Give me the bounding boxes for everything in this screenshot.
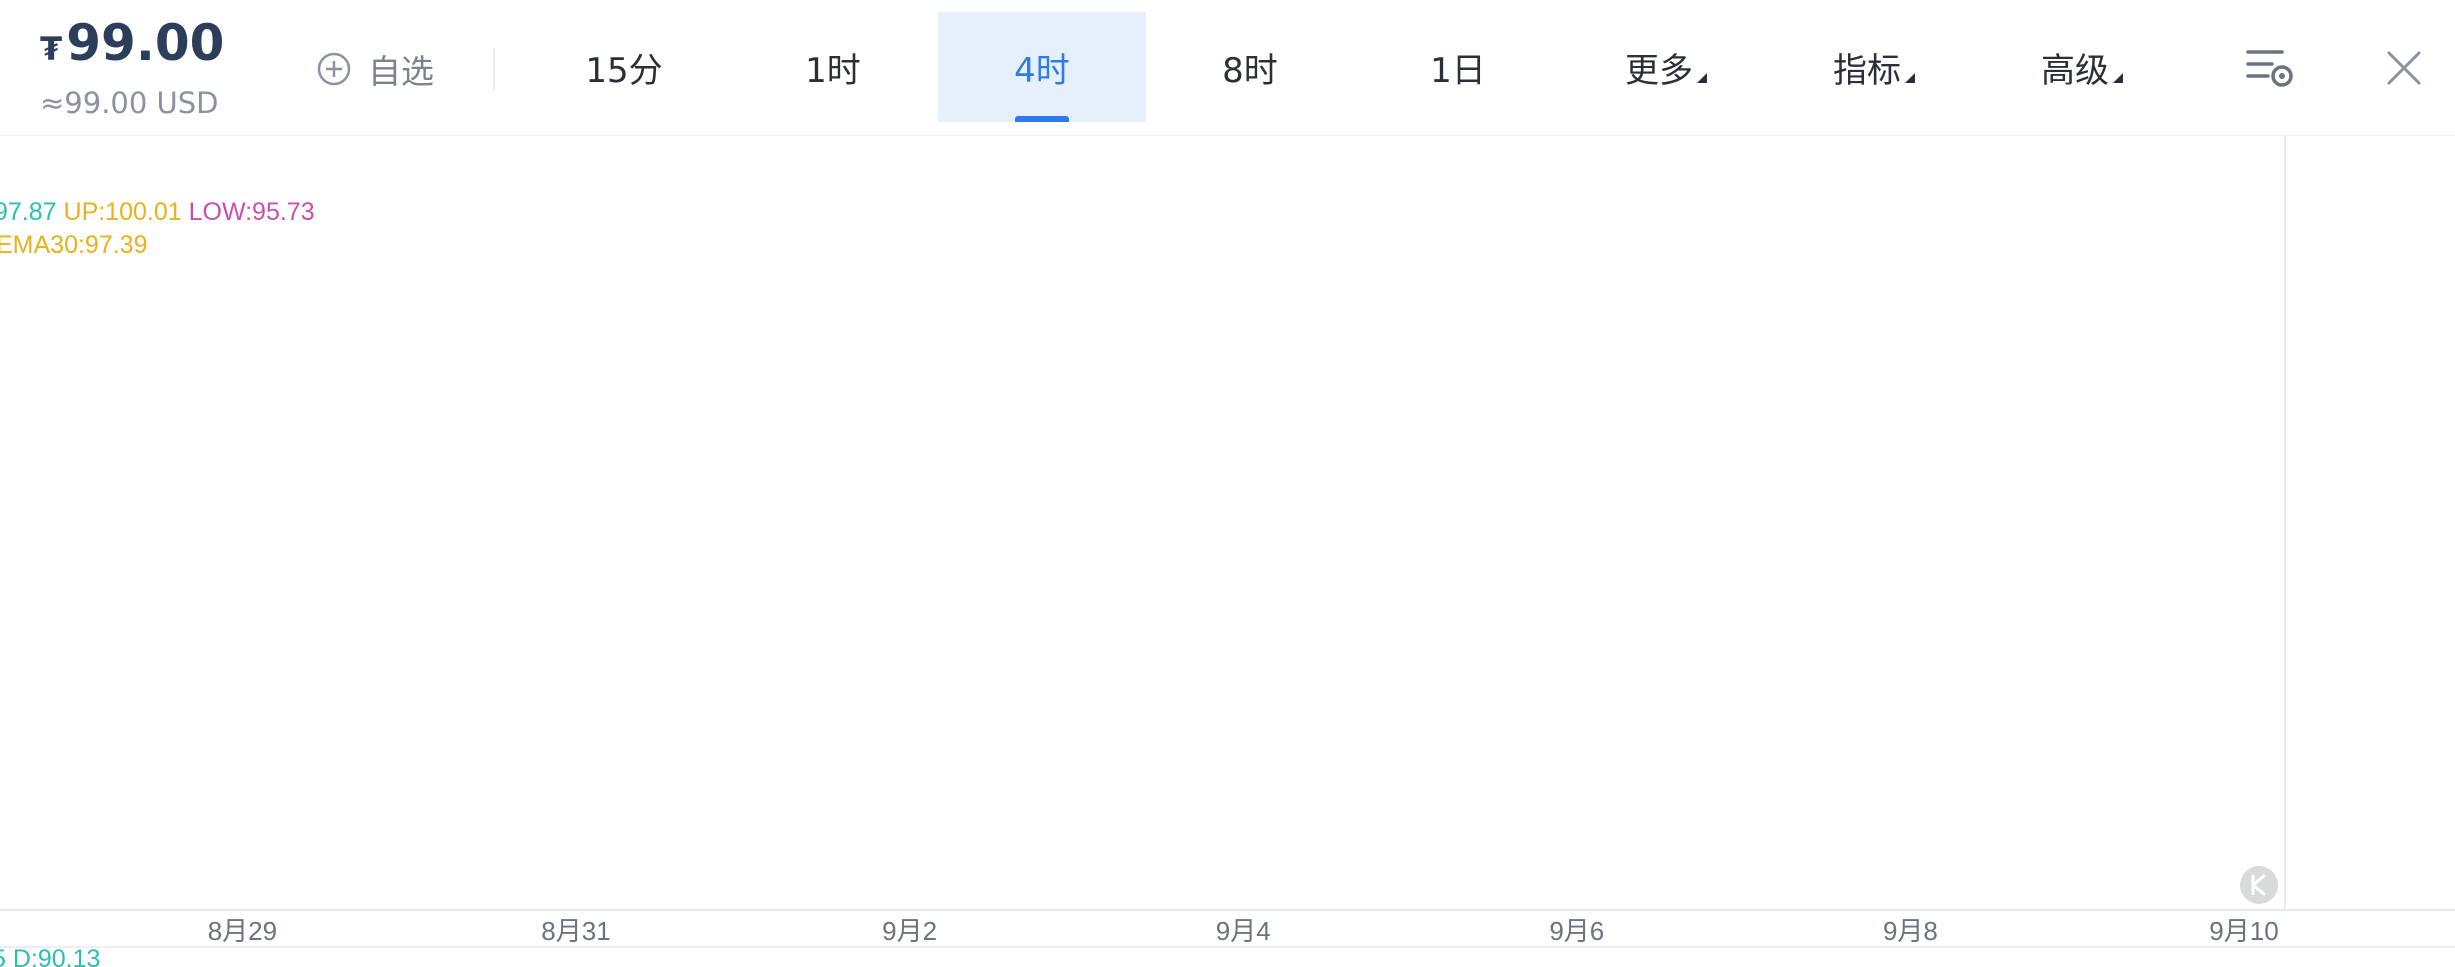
sub-indicator-label: 5 D:90.13 — [0, 945, 100, 967]
active-tab-indicator — [1015, 116, 1069, 122]
divider — [493, 48, 495, 90]
price-value: 99.00 — [66, 14, 225, 72]
dropdown-corner-icon — [1905, 73, 1915, 83]
tab-label: 指标 — [1833, 50, 1901, 91]
tab-8h[interactable]: 8时 — [1146, 12, 1354, 122]
legend-bands: 97.87 UP:100.01 LOW:95.73 — [0, 198, 315, 226]
chart-grid — [0, 135, 2455, 948]
legend-ema: EMA30:97.39 — [0, 231, 148, 259]
tab-label: 15分 — [585, 50, 663, 91]
sub-indicator-value: 5 D:90.13 — [0, 945, 100, 967]
legend-item: UP:100.01 — [57, 198, 182, 226]
time-axis: 8月29 8月31 9月2 9月4 9月6 9月8 9月10 — [208, 916, 2279, 946]
indicator-legend: 97.87 UP:100.01 LOW:95.73 EMA30:97.39 — [0, 198, 315, 259]
legend-item: EMA30:97.39 — [0, 231, 148, 259]
tab-label: 4时 — [1014, 50, 1070, 91]
tab-advanced-dropdown[interactable]: 高级 — [1978, 12, 2186, 122]
watchlist-label: 自选 — [368, 52, 434, 91]
tab-more-dropdown[interactable]: 更多 — [1562, 12, 1770, 122]
currency-symbol: ₮ — [40, 30, 63, 68]
dropdown-corner-icon — [2113, 73, 2123, 83]
tab-1d[interactable]: 1日 — [1354, 12, 1562, 122]
legend-item: LOW:95.73 — [182, 198, 315, 226]
tab-label: 8时 — [1222, 50, 1278, 91]
legend-item: 97.87 — [0, 198, 57, 226]
chart-overlays: 99.00100.34 — [2240, 866, 2278, 904]
x-tick-label: 9月4 — [1216, 916, 1271, 946]
current-price: ₮ 99.00 — [40, 14, 224, 72]
tab-label: 更多 — [1625, 50, 1693, 91]
x-tick-label: 9月10 — [2209, 916, 2278, 946]
chart-settings-icon[interactable] — [2244, 46, 2296, 90]
tab-15m[interactable]: 15分 — [520, 12, 728, 122]
x-tick-label: 9月6 — [1549, 916, 1604, 946]
chart-header: ₮ 99.00 ≈99.00 USD 自选 15分 1时 4时 8时 1日 更多… — [0, 0, 2455, 136]
add-to-watchlist-button[interactable]: 自选 — [316, 44, 434, 94]
tab-label: 1日 — [1430, 50, 1486, 91]
x-tick-label: 8月29 — [208, 916, 277, 946]
tab-4h[interactable]: 4时 — [938, 12, 1146, 122]
plus-circle-icon — [317, 52, 351, 86]
x-tick-label: 9月8 — [1883, 916, 1938, 946]
close-icon[interactable] — [2384, 48, 2424, 88]
x-tick-label: 8月31 — [541, 916, 610, 946]
dropdown-corner-icon — [1697, 73, 1707, 83]
price-chart[interactable]: 1009896949290888684 8月298月319月29月49月69月8… — [0, 135, 2455, 967]
tab-label: 高级 — [2041, 50, 2109, 91]
tab-label: 1时 — [805, 50, 861, 91]
tab-1h[interactable]: 1时 — [729, 12, 937, 122]
watermark-logo-icon — [2240, 866, 2278, 904]
tab-indicators-dropdown[interactable]: 指标 — [1770, 12, 1978, 122]
x-tick-label: 9月2 — [882, 916, 937, 946]
price-usd: ≈99.00 USD — [40, 86, 219, 120]
